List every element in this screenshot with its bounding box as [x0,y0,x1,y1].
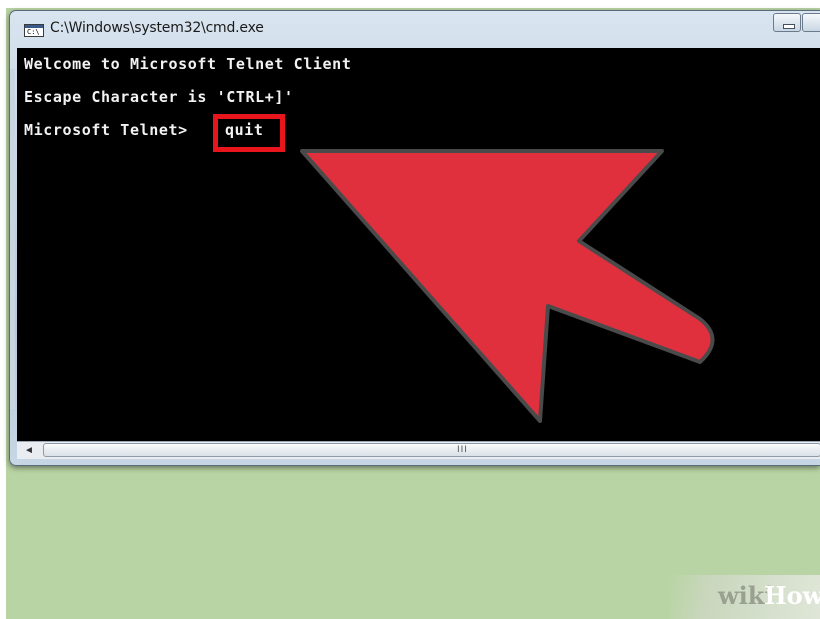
wikihow-watermark: wiki How [670,575,820,619]
tutorial-screenshot: { "window": { "title": "C:\\Windows\\sys… [0,0,820,619]
watermark-how: How [764,581,820,610]
arrow-pointer-icon [295,144,720,428]
